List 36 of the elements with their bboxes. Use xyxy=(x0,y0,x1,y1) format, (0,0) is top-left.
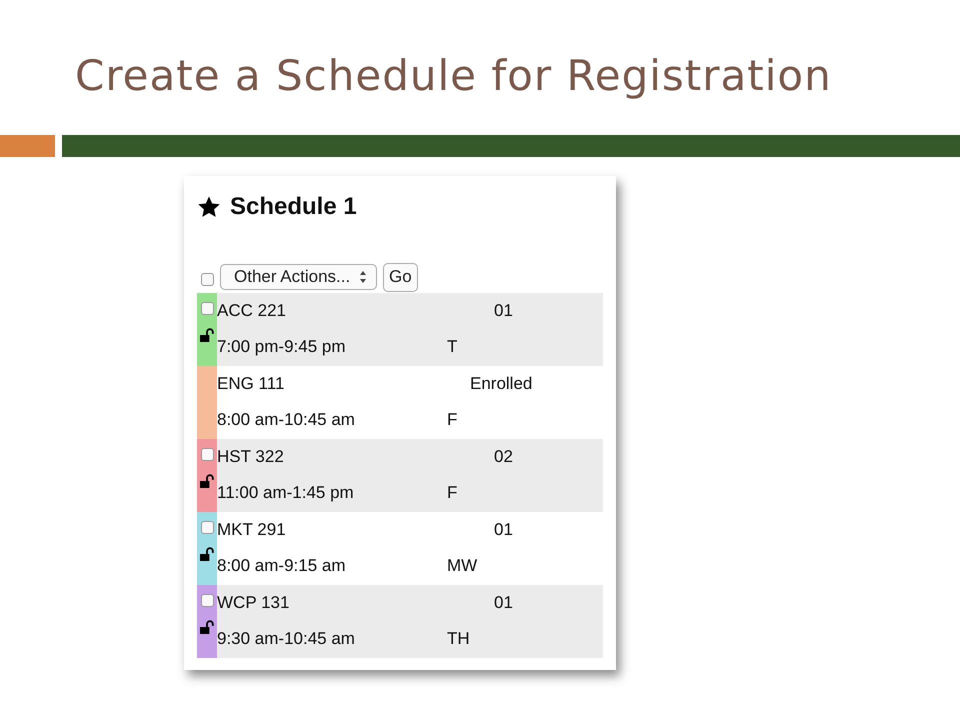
unlocked-padlock-icon[interactable] xyxy=(200,620,214,634)
slide-title: Create a Schedule for Registration xyxy=(74,50,832,102)
section-number: 01 xyxy=(494,301,514,321)
course-code: ENG 111 xyxy=(217,374,286,394)
star-icon xyxy=(197,195,221,219)
go-button[interactable]: Go xyxy=(383,262,418,292)
section-number: 01 xyxy=(494,593,514,613)
meeting-time: 8:00 am-10:45 am xyxy=(217,410,356,430)
course-code: MKT 291 xyxy=(217,520,287,540)
course-checkbox[interactable] xyxy=(201,594,214,607)
course-code: WCP 131 xyxy=(217,593,290,613)
meeting-days: MW xyxy=(447,556,494,576)
meeting-days: T xyxy=(447,337,494,357)
actions-dropdown[interactable]: Other Actions... xyxy=(220,264,377,290)
section-number: 01 xyxy=(494,520,514,540)
meeting-days: F xyxy=(447,410,494,430)
meeting-days: TH xyxy=(447,629,494,649)
course-checkbox[interactable] xyxy=(201,302,214,315)
accent-bar xyxy=(0,135,55,157)
meeting-days: F xyxy=(447,483,494,503)
meeting-time: 7:00 pm-9:45 pm xyxy=(217,337,347,357)
schedule-title: Schedule 1 xyxy=(230,193,357,221)
select-all-checkbox[interactable] xyxy=(201,272,214,286)
course-checkbox[interactable] xyxy=(201,521,214,534)
unlocked-padlock-icon[interactable] xyxy=(200,547,214,561)
course-code: ACC 221 xyxy=(217,301,287,321)
course-code: HST 322 xyxy=(217,447,285,467)
updown-arrows-icon xyxy=(359,270,367,284)
meeting-time: 11:00 am-1:45 pm xyxy=(217,483,355,503)
meeting-time: 9:30 am-10:45 am xyxy=(217,629,356,649)
meeting-time: 8:00 am-9:15 am xyxy=(217,556,347,576)
course-checkbox[interactable] xyxy=(201,448,214,461)
enrollment-status: Enrolled xyxy=(470,374,534,394)
section-number: 02 xyxy=(494,447,514,467)
unlocked-padlock-icon[interactable] xyxy=(200,474,214,488)
unlocked-padlock-icon[interactable] xyxy=(200,328,214,342)
